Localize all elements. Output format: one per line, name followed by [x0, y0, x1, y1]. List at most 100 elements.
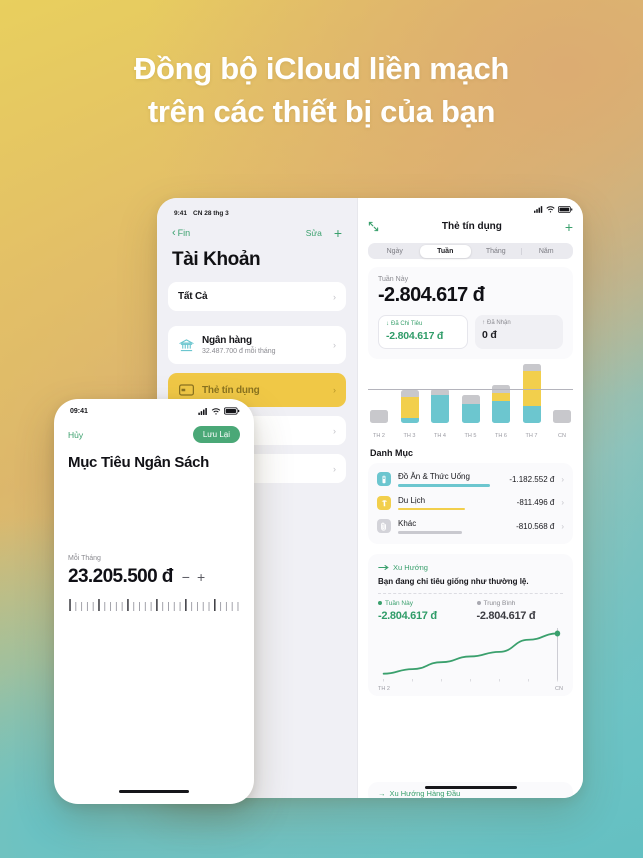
- category-row-other[interactable]: Khác -810.568 đ ›: [368, 514, 573, 538]
- bar-column[interactable]: [522, 364, 541, 423]
- edit-button[interactable]: Sửa: [306, 228, 322, 238]
- bar-x-label: TH 3: [403, 433, 416, 439]
- account-row-all[interactable]: Tất Cả ›: [168, 282, 346, 311]
- palm-tree-icon: [377, 495, 391, 510]
- average-line: [368, 389, 573, 391]
- chevron-right-icon: ›: [561, 521, 564, 531]
- iphone-page-title: Mục Tiêu Ngân Sách: [68, 454, 210, 471]
- drink-icon: [377, 472, 391, 487]
- add-transaction-icon[interactable]: +: [565, 220, 573, 234]
- bar-segment-teal: [431, 395, 449, 423]
- amount-stepper[interactable]: − +: [182, 569, 205, 585]
- bar-column[interactable]: [370, 410, 388, 423]
- plus-icon[interactable]: +: [197, 569, 205, 585]
- category-row-food[interactable]: Đồ Ăn & Thức Uống -1.182.552 đ ›: [368, 467, 573, 491]
- battery-icon: [224, 407, 240, 415]
- chevron-right-icon: ›: [561, 474, 564, 484]
- trend-this-week-label: Tuần Này: [385, 599, 413, 607]
- bottom-row-label: Xu Hướng Hàng Đầu: [389, 788, 461, 798]
- trend-average-value: -2.804.617 đ: [476, 609, 536, 622]
- trend-line-chart: [378, 626, 563, 688]
- bar-x-label: TH 6: [495, 433, 507, 439]
- bar-column[interactable]: [461, 395, 480, 423]
- trend-this-week: Tuần Này -2.804.617 đ: [378, 600, 465, 622]
- bar-column[interactable]: [431, 389, 449, 423]
- summary-twin-boxes: ↓ Đã Chi Tiêu -2.804.617 đ ↑ Đã Nhận 0 đ: [378, 315, 563, 349]
- chevron-right-icon: ›: [333, 425, 336, 436]
- add-account-icon[interactable]: +: [334, 226, 342, 240]
- segment-tuan[interactable]: Tuần: [420, 244, 471, 258]
- segment-thang[interactable]: Tháng: [471, 245, 522, 258]
- chevron-right-icon: ›: [333, 385, 336, 395]
- categories-title: Danh Mục: [370, 448, 414, 458]
- bar-chart-x-labels: TH 2 TH 3 TH 4 TH 5 TH 6 TH 7 CN: [370, 433, 571, 439]
- chevron-right-icon: ›: [333, 291, 336, 302]
- category-info: Du Lịch: [398, 496, 510, 511]
- detail-nav-bar: Thẻ tín dụng +: [358, 214, 583, 236]
- trend-average-label: Trung Bình: [483, 599, 516, 607]
- expand-icon[interactable]: [368, 221, 379, 232]
- segment-ngay[interactable]: Ngày: [370, 245, 421, 258]
- summary-card: Tuần Này -2.804.617 đ ↓ Đã Chi Tiêu -2.8…: [368, 267, 573, 359]
- bar-segment-gray: [461, 395, 480, 404]
- bar-column[interactable]: [400, 390, 419, 423]
- category-progress-bar: [398, 507, 465, 511]
- period-label: Mỗi Tháng: [68, 555, 101, 562]
- arrow-right-icon: →: [378, 788, 386, 798]
- legend-dot-icon: [378, 601, 382, 606]
- period-segmented-control[interactable]: Ngày Tuần Tháng Năm: [368, 243, 573, 259]
- bar-column[interactable]: [492, 385, 510, 423]
- back-label: Fin: [177, 228, 191, 238]
- category-info: Đồ Ăn & Thức Uống: [398, 472, 502, 487]
- account-subtitle: 32.487.700 đ mỗi tháng: [202, 348, 276, 355]
- bank-icon: [178, 337, 194, 353]
- wifi-icon: [546, 205, 555, 213]
- category-list: Đồ Ăn & Thức Uống -1.182.552 đ › Du Lịch…: [368, 463, 573, 544]
- arrow-right-icon: [378, 564, 389, 571]
- trend-this-week-label-row: Tuần Này: [378, 600, 465, 607]
- back-button[interactable]: ‹ Fin: [172, 227, 191, 239]
- paperclip-icon: [377, 519, 391, 534]
- bar-segment-teal: [492, 401, 510, 423]
- spent-label: Đã Chi Tiêu: [391, 321, 423, 327]
- cancel-button[interactable]: Hủy: [68, 430, 83, 440]
- bar-x-label: TH 4: [434, 433, 446, 439]
- spending-bar-chart: [368, 364, 573, 429]
- iphone-device: 09:41 Hủy Lưu Lại Mục Tiêu Ngân Sách Mỗi…: [54, 399, 254, 804]
- ipad-home-indicator: [424, 786, 517, 789]
- category-name: Khác: [398, 519, 417, 529]
- status-time: 09:41: [70, 407, 88, 415]
- iphone-status-bar: 09:41: [54, 399, 254, 419]
- save-button[interactable]: Lưu Lại: [192, 426, 240, 443]
- budget-goal-body: Mỗi Tháng 23.205.500 đ − +: [54, 555, 254, 613]
- detail-title: Thẻ tín dụng: [441, 221, 502, 232]
- category-progress-bar: [398, 484, 490, 487]
- bar-x-label: TH 7: [525, 433, 538, 439]
- received-box[interactable]: ↑ Đã Nhận 0 đ: [475, 315, 563, 349]
- amount-ruler-slider[interactable]: [68, 598, 240, 613]
- wifi-icon: [211, 407, 221, 415]
- received-label: Đã Nhận: [487, 320, 511, 326]
- bar-segment-teal: [461, 404, 480, 423]
- segment-nam[interactable]: Năm: [521, 245, 572, 258]
- trend-header: Xu Hướng: [378, 563, 563, 572]
- battery-icon: [558, 205, 573, 213]
- bar-segment-gray: [553, 410, 571, 423]
- bottom-partial-row[interactable]: → Xu Hướng Hàng Đầu: [368, 782, 573, 798]
- summary-total-text: -2.804.617 đ: [378, 284, 485, 306]
- category-row-travel[interactable]: Du Lịch -811.496 đ ›: [368, 491, 573, 515]
- trend-message: Bạn đang chi tiêu giống như thường lệ.: [378, 576, 529, 586]
- bar-column[interactable]: [553, 410, 571, 423]
- spent-label-row: ↓ Đã Chi Tiêu: [386, 321, 460, 327]
- trend-header-label: Xu Hướng: [393, 562, 428, 572]
- spent-box[interactable]: ↓ Đã Chi Tiêu -2.804.617 đ: [378, 315, 468, 349]
- iphone-nav-bar: Hủy Lưu Lại: [54, 419, 254, 443]
- bar-segment-yellow: [400, 397, 419, 418]
- minus-icon[interactable]: −: [182, 569, 190, 585]
- account-detail-pane: Thẻ tín dụng + Ngày Tuần Tháng Năm Tuần …: [357, 198, 583, 798]
- cellular-icon: [198, 407, 208, 415]
- status-date: CN 28 thg 3: [193, 210, 229, 217]
- account-row-bank[interactable]: Ngân hàng 32.487.700 đ mỗi tháng ›: [168, 326, 346, 364]
- bar-segment-gray: [522, 364, 541, 371]
- category-info: Khác: [398, 519, 509, 534]
